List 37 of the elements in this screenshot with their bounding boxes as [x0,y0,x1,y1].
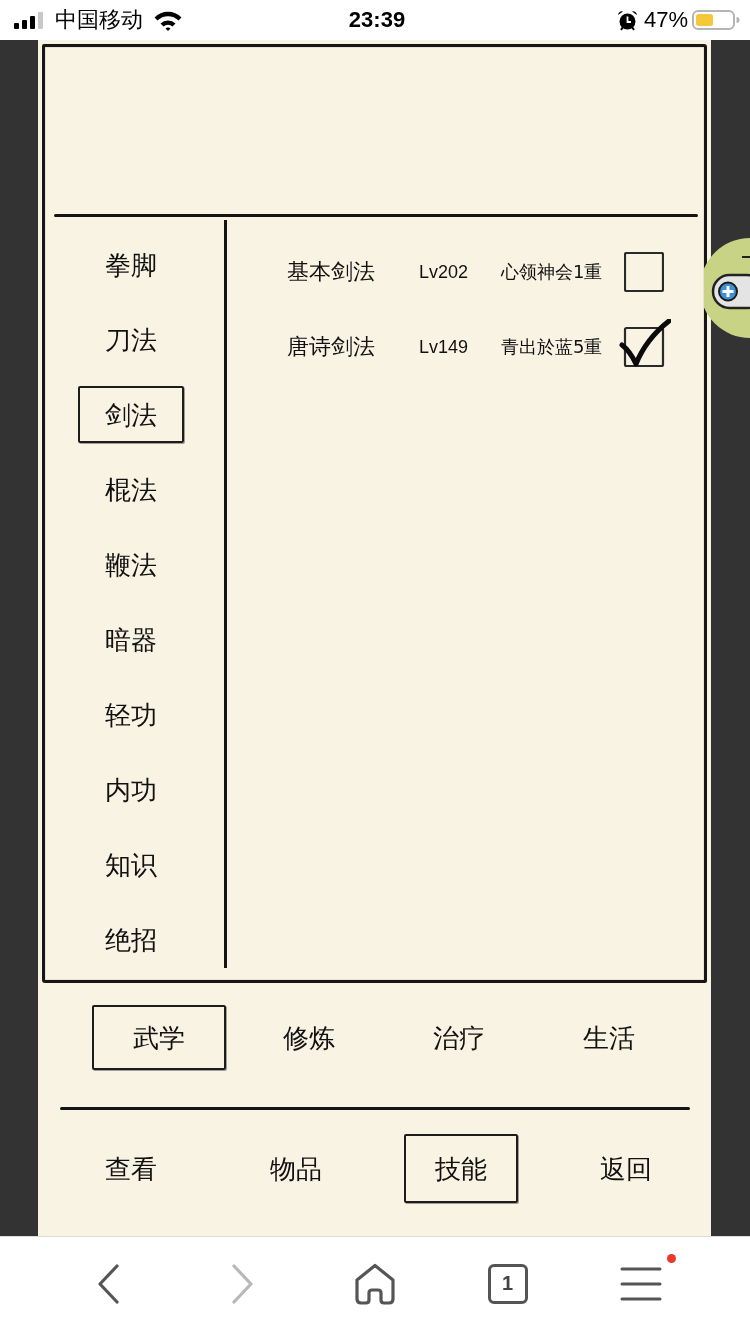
signal-icon [14,11,45,29]
section-tab[interactable]: 武学 [92,1005,226,1070]
category-tab[interactable]: 知识 [78,836,184,893]
clock-time: 23:39 [348,9,406,31]
battery-icon [692,10,740,30]
skill-name: 唐诗剑法 [287,336,376,358]
back-icon[interactable] [97,1263,120,1304]
tab-count-button[interactable]: 1 [487,1263,528,1304]
skill-level: Lv149 [419,338,470,356]
skill-checkbox[interactable] [624,252,664,292]
menu-button[interactable]: 物品 [238,1134,353,1203]
skill-checkbox[interactable] [619,319,671,369]
skill-level: Lv202 [419,263,470,281]
wifi-icon [153,9,183,31]
section-tab[interactable]: 修炼 [242,1005,376,1070]
section-tab[interactable]: 生活 [542,1005,676,1070]
category-tab[interactable]: 刀法 [78,311,184,368]
home-icon[interactable] [353,1262,396,1305]
category-tab[interactable]: 拳脚 [78,236,184,293]
carrier-name: 中国移动 [55,9,143,31]
category-tab[interactable]: 绝招 [78,911,184,968]
category-tab[interactable]: 棍法 [78,461,184,518]
menu-button[interactable]: 技能 [403,1134,518,1203]
menu-button[interactable]: 返回 [568,1134,683,1203]
alarm-icon [616,9,638,31]
skill-rank: 青出於蓝5重 [501,338,604,356]
battery-percent: 47% [643,9,688,31]
section-tab[interactable]: 治疗 [392,1005,526,1070]
category-tab[interactable]: 暗器 [78,611,184,668]
category-tab[interactable]: 内功 [78,761,184,818]
skill-rank: 心领神会1重 [501,263,604,281]
category-tab[interactable]: 鞭法 [78,536,184,593]
skill-name: 基本剑法 [287,261,376,283]
menu-icon[interactable] [618,1265,663,1302]
menu-button[interactable]: 查看 [73,1134,188,1203]
category-tab[interactable]: 剑法 [78,386,184,443]
category-tab[interactable]: 轻功 [78,686,184,743]
